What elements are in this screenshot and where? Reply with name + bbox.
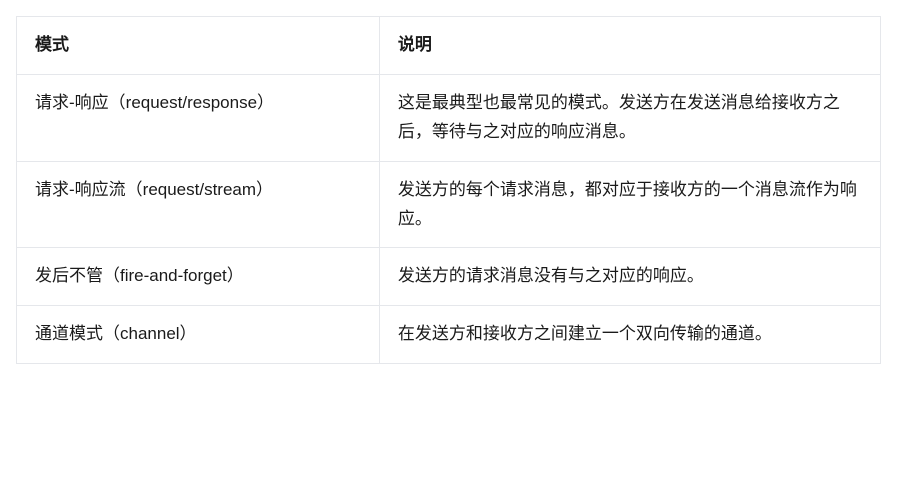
cell-mode: 通道模式（channel） [17,306,380,364]
cell-mode: 请求-响应流（request/stream） [17,161,380,248]
table-row: 请求-响应（request/response） 这是最典型也最常见的模式。发送方… [17,74,881,161]
table-header-row: 模式 说明 [17,17,881,75]
cell-description: 发送方的请求消息没有与之对应的响应。 [379,248,880,306]
cell-mode: 发后不管（fire-and-forget） [17,248,380,306]
table-row: 发后不管（fire-and-forget） 发送方的请求消息没有与之对应的响应。 [17,248,881,306]
table-row: 请求-响应流（request/stream） 发送方的每个请求消息，都对应于接收… [17,161,881,248]
modes-table: 模式 说明 请求-响应（request/response） 这是最典型也最常见的… [16,16,881,364]
cell-description: 这是最典型也最常见的模式。发送方在发送消息给接收方之后，等待与之对应的响应消息。 [379,74,880,161]
header-description: 说明 [379,17,880,75]
header-mode: 模式 [17,17,380,75]
cell-mode: 请求-响应（request/response） [17,74,380,161]
cell-description: 在发送方和接收方之间建立一个双向传输的通道。 [379,306,880,364]
table-row: 通道模式（channel） 在发送方和接收方之间建立一个双向传输的通道。 [17,306,881,364]
cell-description: 发送方的每个请求消息，都对应于接收方的一个消息流作为响应。 [379,161,880,248]
